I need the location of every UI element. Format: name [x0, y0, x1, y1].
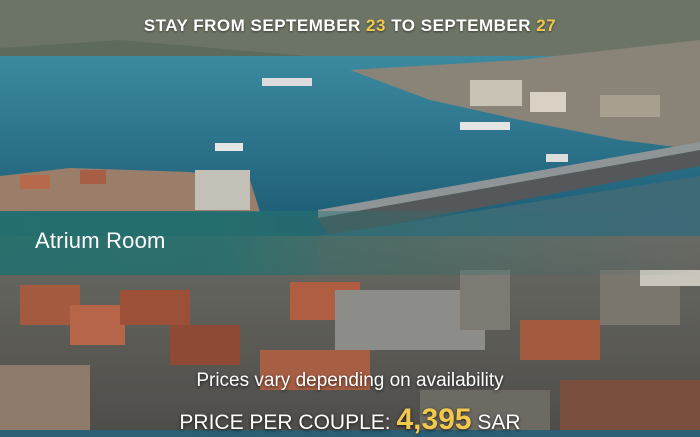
stay-prefix: STAY FROM SEPTEMBER: [143, 16, 361, 35]
room-name-band-fade: [318, 211, 700, 275]
price-label: PRICE PER COUPLE:: [179, 411, 391, 434]
price-currency: SAR: [477, 411, 521, 434]
stay-middle: TO SEPTEMBER: [391, 16, 532, 35]
price-amount: 4,395: [396, 403, 472, 436]
room-name: Atrium Room: [35, 228, 166, 253]
end-day: 27: [536, 16, 557, 35]
start-day: 23: [366, 16, 386, 35]
availability-note: Prices vary depending on availability: [196, 370, 504, 391]
stay-dates-heading: STAY FROM SEPTEMBER 23 TO SEPTEMBER 27: [0, 16, 700, 36]
price-line: PRICE PER COUPLE: 4,395 SAR: [0, 403, 700, 437]
